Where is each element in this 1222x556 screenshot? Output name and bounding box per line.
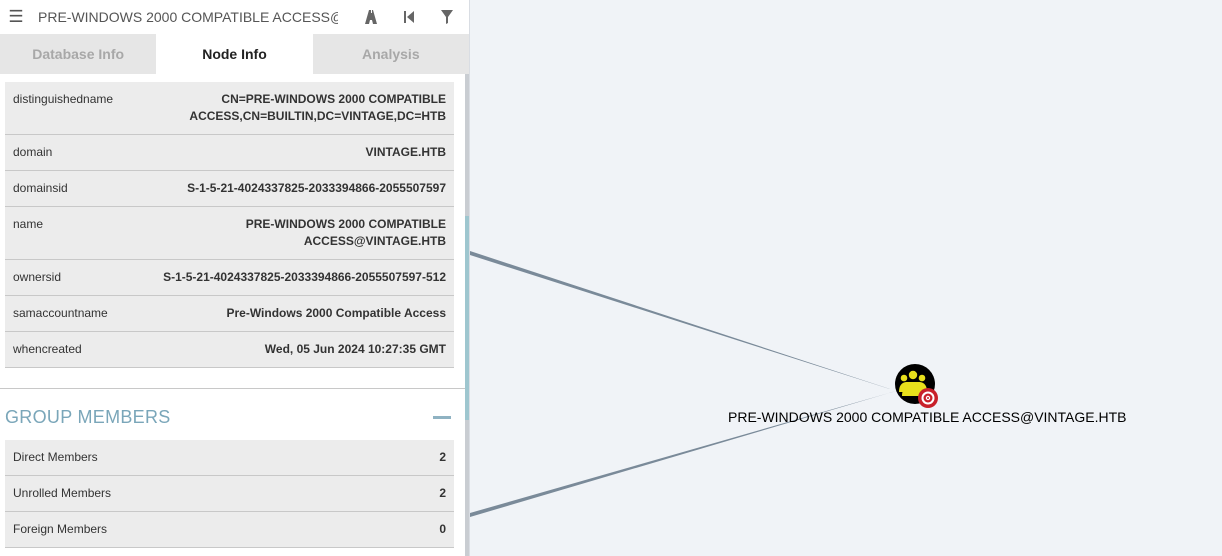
search-bar: ☰ bbox=[0, 0, 469, 34]
group-members-title: GROUP MEMBERS bbox=[5, 406, 171, 427]
property-key: ownersid bbox=[5, 259, 151, 296]
property-value: VINTAGE.HTB bbox=[151, 134, 454, 171]
property-key: whencreated bbox=[5, 331, 151, 368]
tab-analysis[interactable]: Analysis bbox=[312, 34, 469, 74]
panel-tabs: Database Info Node Info Analysis bbox=[0, 34, 469, 74]
table-row: whencreated Wed, 05 Jun 2024 10:27:35 GMT bbox=[5, 331, 454, 368]
properties-table: distinguishedname CN=PRE-WINDOWS 2000 COM… bbox=[5, 82, 454, 368]
member-count-value: 2 bbox=[151, 475, 454, 512]
member-count-label: Foreign Members bbox=[5, 511, 151, 548]
scrollbar-thumb[interactable] bbox=[465, 216, 469, 420]
group-node[interactable] bbox=[895, 364, 938, 408]
tab-database-info[interactable]: Database Info bbox=[0, 34, 157, 74]
property-value: CN=PRE-WINDOWS 2000 COMPATIBLE ACCESS,CN… bbox=[151, 82, 454, 135]
menu-icon[interactable]: ☰ bbox=[2, 0, 30, 34]
pathfinding-icon[interactable] bbox=[352, 0, 390, 34]
property-value: Wed, 05 Jun 2024 10:27:35 GMT bbox=[151, 331, 454, 368]
property-value: PRE-WINDOWS 2000 COMPATIBLE ACCESS@VINTA… bbox=[151, 206, 454, 260]
search-input[interactable] bbox=[36, 8, 340, 26]
property-key: distinguishedname bbox=[5, 82, 151, 135]
table-row: domain VINTAGE.HTB bbox=[5, 134, 454, 171]
table-row: distinguishedname CN=PRE-WINDOWS 2000 COM… bbox=[5, 82, 454, 135]
property-value: S-1-5-21-4024337825-2033394866-205550759… bbox=[151, 170, 454, 207]
member-count-label: Unrolled Members bbox=[5, 475, 151, 512]
group-members-header[interactable]: GROUP MEMBERS bbox=[0, 389, 465, 445]
table-row: domainsid S-1-5-21-4024337825-2033394866-… bbox=[5, 170, 454, 207]
collapse-icon[interactable] bbox=[433, 415, 451, 419]
table-row: ownersid S-1-5-21-4024337825-2033394866-2… bbox=[5, 259, 454, 296]
group-members-table: Direct Members 2 Unrolled Members 2 Foreig… bbox=[5, 440, 454, 548]
table-row: samaccountname Pre-Windows 2000 Compatibl… bbox=[5, 295, 454, 332]
tab-node-info[interactable]: Node Info bbox=[156, 34, 313, 74]
table-row: name PRE-WINDOWS 2000 COMPATIBLE ACCESS@V… bbox=[5, 206, 454, 260]
property-key: samaccountname bbox=[5, 295, 151, 332]
node-info-content: distinguishedname CN=PRE-WINDOWS 2000 COM… bbox=[0, 74, 465, 556]
member-count-label: Direct Members bbox=[5, 440, 151, 476]
back-icon[interactable] bbox=[390, 0, 428, 34]
property-value: S-1-5-21-4024337825-2033394866-205550759… bbox=[151, 259, 454, 296]
node-label[interactable]: PRE-WINDOWS 2000 COMPATIBLE ACCESS@VINTA… bbox=[728, 409, 1127, 425]
target-icon bbox=[918, 388, 938, 408]
table-row[interactable]: Foreign Members 0 bbox=[5, 511, 454, 548]
filter-icon[interactable] bbox=[428, 0, 466, 34]
property-key: domain bbox=[5, 134, 151, 171]
property-key: domainsid bbox=[5, 170, 151, 207]
property-value: Pre-Windows 2000 Compatible Access bbox=[151, 295, 454, 332]
member-count-value: 2 bbox=[151, 440, 454, 476]
table-row[interactable]: Unrolled Members 2 bbox=[5, 475, 454, 512]
property-key: name bbox=[5, 206, 151, 260]
graph-edge[interactable] bbox=[470, 251, 896, 391]
member-count-value: 0 bbox=[151, 511, 454, 548]
node-info-panel: ☰ Database Info Node Info Analysis disti… bbox=[0, 0, 470, 556]
table-row[interactable]: Direct Members 2 bbox=[5, 440, 454, 476]
